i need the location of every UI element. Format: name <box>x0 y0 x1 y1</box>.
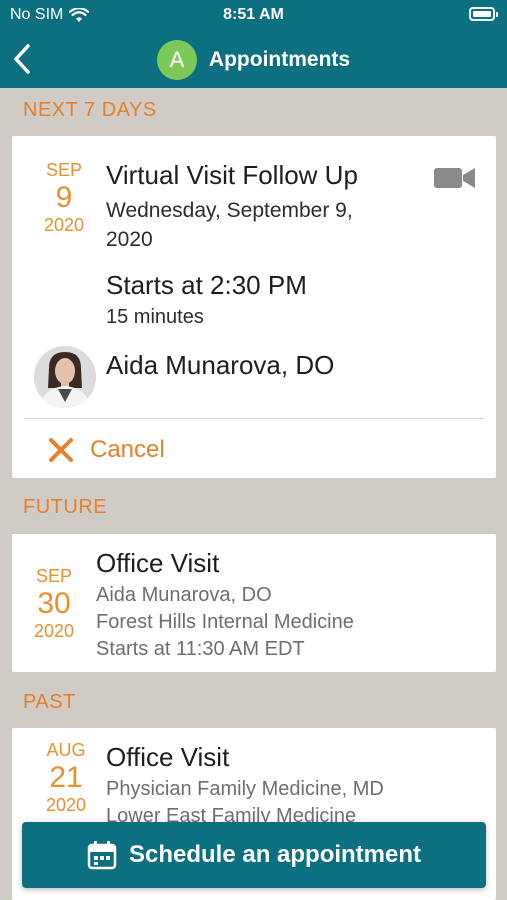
future-appointment-card[interactable]: SEP 30 2020 Office Visit Aida Munarova, … <box>12 534 496 672</box>
appointment-title: Virtual Visit Follow Up <box>106 160 358 190</box>
cancel-appointment-button[interactable]: Cancel <box>48 430 165 470</box>
appointment-title: Office Visit <box>96 548 220 578</box>
appointment-full-date: Wednesday, September 9, 2020 <box>106 199 353 251</box>
date-year: 2020 <box>33 621 75 641</box>
nav-bar: A Appointments <box>0 30 507 88</box>
section-header-past: PAST <box>23 691 76 713</box>
appointment-start-time: Starts at 11:30 AM EDT <box>96 638 305 660</box>
card-divider <box>24 418 484 419</box>
section-header-future: FUTURE <box>23 496 108 518</box>
appointment-start-time: Starts at 2:30 PM <box>106 270 307 300</box>
clock: 8:51 AM <box>223 6 284 23</box>
cancel-label: Cancel <box>90 436 165 463</box>
status-bar: No SIM 8:51 AM <box>0 0 507 30</box>
appointment-date: SEP 9 2020 <box>38 160 90 236</box>
appointment-date: SEP 30 2020 <box>28 566 80 642</box>
close-icon <box>49 438 73 462</box>
date-year: 2020 <box>45 795 87 815</box>
appointment-provider: Physician Family Medicine, MD <box>106 778 384 800</box>
provider-photo <box>34 346 96 408</box>
appointment-title: Office Visit <box>106 742 230 772</box>
date-month: SEP <box>45 160 83 180</box>
user-avatar[interactable]: A <box>156 40 197 80</box>
date-month: AUG <box>46 740 86 760</box>
nav-title-group: A Appointments <box>0 40 507 80</box>
appointment-provider: Aida Munarova, DO <box>96 584 272 606</box>
schedule-appointment-button[interactable]: Schedule an appointment <box>22 822 486 888</box>
calendar-icon <box>87 841 117 870</box>
date-month: SEP <box>35 566 73 586</box>
video-camera-icon[interactable] <box>434 166 476 190</box>
date-day: 30 <box>37 587 71 620</box>
schedule-appointment-label: Schedule an appointment <box>128 841 422 868</box>
appointment-duration: 15 minutes <box>106 306 204 328</box>
battery-icon <box>469 7 498 21</box>
provider-name[interactable]: Aida Munarova, DO <box>106 350 334 381</box>
date-year: 2020 <box>43 215 85 235</box>
appointment-date: AUG 21 2020 <box>40 740 92 816</box>
page-title: Appointments <box>208 48 351 71</box>
date-day: 21 <box>49 761 83 794</box>
section-header-next-7-days: NEXT 7 DAYS <box>23 99 157 121</box>
appointment-location: Forest Hills Internal Medicine <box>96 611 354 633</box>
upcoming-appointment-card[interactable]: SEP 9 2020 Virtual Visit Follow Up Wedne… <box>12 136 496 478</box>
date-day: 9 <box>55 181 73 214</box>
